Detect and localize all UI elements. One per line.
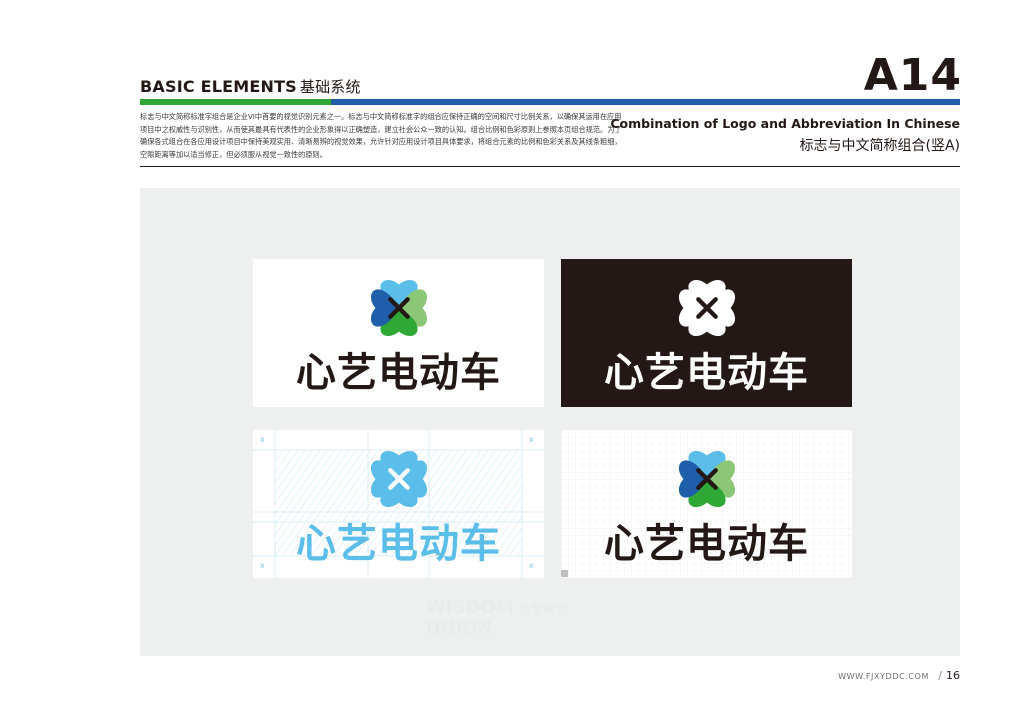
- header-divider: [140, 166, 960, 167]
- page-number: 16: [946, 669, 960, 682]
- grid-corner-mark: [561, 570, 568, 577]
- construction-marker: x: [260, 435, 265, 444]
- logo-card-grid: 心艺电动车: [561, 430, 852, 578]
- page-code: A14: [863, 50, 962, 101]
- header-color-rule: [140, 99, 960, 105]
- four-heart-clover-icon: [678, 450, 736, 508]
- page-title-en: Combination of Logo and Abbreviation In …: [610, 116, 960, 131]
- footer-url: WWW.FJXYDDC.COM: [838, 672, 929, 681]
- blue-rule-segment: [331, 99, 960, 105]
- watermark-line1-cn: 众智联合: [519, 602, 568, 616]
- green-rule-segment: [140, 99, 331, 105]
- watermark-line2: UNION: [426, 618, 493, 639]
- watermark-line1: WISDOM: [426, 597, 514, 618]
- wordmark: 心艺电动车: [604, 350, 809, 396]
- wordmark: 心艺电动车: [296, 350, 501, 396]
- four-heart-clover-icon: [370, 279, 428, 337]
- logo-card-reversed: 心艺电动车: [561, 259, 852, 407]
- wordmark: 心艺电动车: [604, 521, 809, 567]
- section-heading-en: BASIC ELEMENTS: [140, 77, 297, 96]
- section-heading-cn: 基础系统: [299, 78, 361, 96]
- intro-paragraph: 标志与中文简称标准字组合是企业VI中首要的视觉识别元素之一。标志与中文简称标准字…: [140, 112, 622, 159]
- watermark: WISDOM 众智联合 UNION: [426, 598, 568, 639]
- construction-marker: x: [529, 435, 534, 444]
- page-title-cn: 标志与中文简称组合(竖A): [799, 138, 960, 154]
- section-heading: BASIC ELEMENTS 基础系统: [140, 76, 361, 97]
- wordmark: 心艺电动车: [296, 521, 501, 567]
- four-heart-clover-icon: [678, 279, 736, 337]
- logo-card-construction: x x x x 心艺电动车: [253, 430, 544, 578]
- four-heart-clover-icon: [370, 450, 428, 508]
- logo-card-color: 心艺电动车: [253, 259, 544, 407]
- footer-page-number: /16: [938, 669, 960, 682]
